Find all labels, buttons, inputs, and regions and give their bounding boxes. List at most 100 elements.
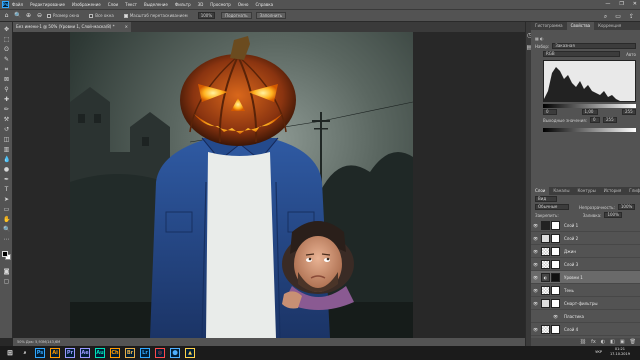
layer-kind-filter[interactable]: Вид — [535, 196, 557, 202]
menu-edit[interactable]: Редактирование — [30, 2, 65, 7]
auto-button[interactable]: Авто — [626, 52, 636, 57]
new-layer-icon[interactable]: ▣ — [620, 338, 625, 346]
quick-select-tool-icon[interactable]: ✎ — [3, 56, 10, 63]
tab-adjustments[interactable]: Коррекция — [594, 22, 625, 30]
visibility-eye-icon[interactable]: 👁 — [533, 275, 538, 280]
tab-channels[interactable]: Каналы — [549, 187, 573, 195]
layer-row[interactable]: 👁 Пластика — [531, 310, 640, 323]
layer-row[interactable]: 👁 Слой 4 — [531, 323, 640, 336]
taskbar-app-icon[interactable]: Ps — [35, 348, 45, 358]
layer-row[interactable]: 👁 Джин — [531, 245, 640, 258]
channel-select[interactable]: RGB — [543, 51, 621, 57]
screen-mode-icon[interactable]: ▢ — [3, 278, 10, 285]
path-select-tool-icon[interactable]: ➤ — [3, 196, 10, 203]
layer-mask-thumbnail[interactable] — [551, 259, 560, 269]
type-tool-icon[interactable]: T — [3, 186, 10, 193]
layer-style-icon[interactable]: fx — [591, 338, 596, 346]
windows-start-icon[interactable]: ⊞ — [5, 348, 15, 358]
layer-mask-thumbnail[interactable] — [551, 298, 560, 308]
blur-tool-icon[interactable]: 💧 — [3, 156, 10, 163]
history-brush-tool-icon[interactable]: ↺ — [3, 126, 10, 133]
pen-tool-icon[interactable]: ✒ — [3, 176, 10, 183]
taskbar-app-icon[interactable]: Br — [125, 348, 135, 358]
layer-thumbnail[interactable]: ◐ — [541, 272, 550, 282]
hand-tool-icon[interactable]: ✋ — [3, 216, 10, 223]
resize-windows-checkbox[interactable]: Размер окна — [47, 13, 79, 18]
layer-thumbnail[interactable] — [541, 233, 550, 243]
visibility-eye-icon[interactable]: 👁 — [533, 236, 538, 241]
fit-screen-button[interactable]: Подогнать — [221, 12, 252, 19]
fill-screen-button[interactable]: Заполнить — [255, 12, 287, 19]
layer-mask-thumbnail[interactable] — [551, 324, 560, 334]
crop-tool-icon[interactable]: ⌗ — [3, 66, 10, 73]
minimize-button[interactable]: — — [605, 1, 610, 7]
zoom-all-windows-checkbox[interactable]: Все окна — [89, 13, 114, 18]
brush-tool-icon[interactable]: ✏ — [3, 106, 10, 113]
scrubby-zoom-checkbox[interactable]: Масштаб перетаскиванием — [123, 13, 188, 18]
menu-help[interactable]: Справка — [255, 2, 273, 7]
blend-mode-select[interactable]: Обычные — [535, 204, 569, 210]
layer-row[interactable]: 👁 Тень — [531, 284, 640, 297]
healing-brush-tool-icon[interactable]: ✚ — [3, 96, 10, 103]
gradient-tool-icon[interactable]: ▥ — [3, 146, 10, 153]
foreground-color-swatch[interactable] — [2, 251, 8, 257]
menu-window[interactable]: Окно — [238, 2, 249, 7]
adjustment-layer-icon[interactable]: ◐ — [601, 338, 605, 346]
zoom-percent-field[interactable]: 100% — [197, 12, 216, 19]
output-white-field[interactable]: 255 — [602, 117, 617, 123]
more-tools-icon[interactable]: ⋯ — [3, 236, 10, 243]
layer-row[interactable]: 👁 Слой 1 — [531, 219, 640, 232]
taskbar-app-icon[interactable]: Ae — [80, 348, 90, 358]
taskbar-app-icon[interactable]: ◎ — [155, 348, 165, 358]
layer-mask-thumbnail[interactable] — [551, 233, 560, 243]
taskbar-app-icon[interactable]: Au — [95, 348, 105, 358]
taskbar-app-icon[interactable]: Pr — [65, 348, 75, 358]
visibility-eye-icon[interactable]: 👁 — [533, 301, 538, 306]
layer-thumbnail[interactable] — [541, 285, 550, 295]
preset-select[interactable]: Заказная — [552, 43, 636, 49]
eraser-tool-icon[interactable]: ◫ — [3, 136, 10, 143]
artwork-image[interactable] — [70, 32, 413, 338]
menu-image[interactable]: Изображение — [72, 2, 101, 7]
trash-icon[interactable]: 🗑 — [630, 338, 636, 346]
visibility-eye-icon[interactable]: 👁 — [533, 223, 538, 228]
menu-layers[interactable]: Слои — [108, 2, 118, 7]
zoom-tool-icon[interactable]: 🔍 — [14, 12, 21, 19]
visibility-eye-icon[interactable]: 👁 — [553, 314, 558, 319]
maximize-button[interactable]: ❐ — [619, 1, 623, 7]
menu-view[interactable]: Просмотр — [210, 2, 231, 7]
tab-history[interactable]: История — [600, 187, 626, 195]
tab-properties[interactable]: Свойства — [566, 22, 595, 30]
layer-thumbnail[interactable] — [541, 246, 550, 256]
layer-row[interactable]: 👁 ◐ Уровни 1 — [531, 271, 640, 284]
input-language[interactable]: УКР — [595, 350, 602, 354]
visibility-eye-icon[interactable]: 👁 — [533, 327, 538, 332]
close-tab-icon[interactable]: × — [125, 22, 128, 32]
eyedropper-tool-icon[interactable]: ⚲ — [3, 86, 10, 93]
taskbar-app-icon[interactable]: Ai — [50, 348, 60, 358]
taskbar-app-icon[interactable]: ⬤ — [170, 348, 180, 358]
input-white-field[interactable]: 255 — [622, 109, 636, 115]
menu-type[interactable]: Текст — [125, 2, 137, 7]
zoom-in-icon[interactable]: ⊕ — [25, 12, 32, 19]
system-clock[interactable]: 01:21 17.10.2019 — [610, 347, 630, 357]
workspace-icon[interactable]: ▭ — [615, 13, 621, 21]
layer-mask-thumbnail[interactable] — [551, 220, 560, 230]
tab-histogram[interactable]: Гистограмма — [531, 22, 567, 30]
layer-row[interactable]: 👁 Слой 3 — [531, 258, 640, 271]
output-black-field[interactable]: 0 — [589, 117, 600, 123]
fill-field[interactable]: 100% — [604, 212, 622, 218]
add-mask-icon[interactable]: ◧ — [610, 338, 615, 346]
shape-tool-icon[interactable]: ▭ — [3, 206, 10, 213]
menu-3d[interactable]: 3D — [198, 2, 204, 7]
menu-file[interactable]: Файл — [12, 2, 23, 7]
layer-row[interactable]: 👁 Смарт-фильтры — [531, 297, 640, 310]
marquee-tool-icon[interactable]: ⬚ — [3, 36, 10, 43]
taskbar-app-icon[interactable]: Ch — [110, 348, 120, 358]
tab-paths[interactable]: Контуры — [573, 187, 599, 195]
search-icon[interactable]: ⌕ — [20, 348, 30, 358]
input-black-field[interactable]: 0 — [543, 109, 557, 115]
opacity-field[interactable]: 100% — [617, 204, 636, 210]
close-button[interactable]: ✕ — [633, 1, 637, 7]
move-tool-icon[interactable]: ✥ — [3, 26, 10, 33]
